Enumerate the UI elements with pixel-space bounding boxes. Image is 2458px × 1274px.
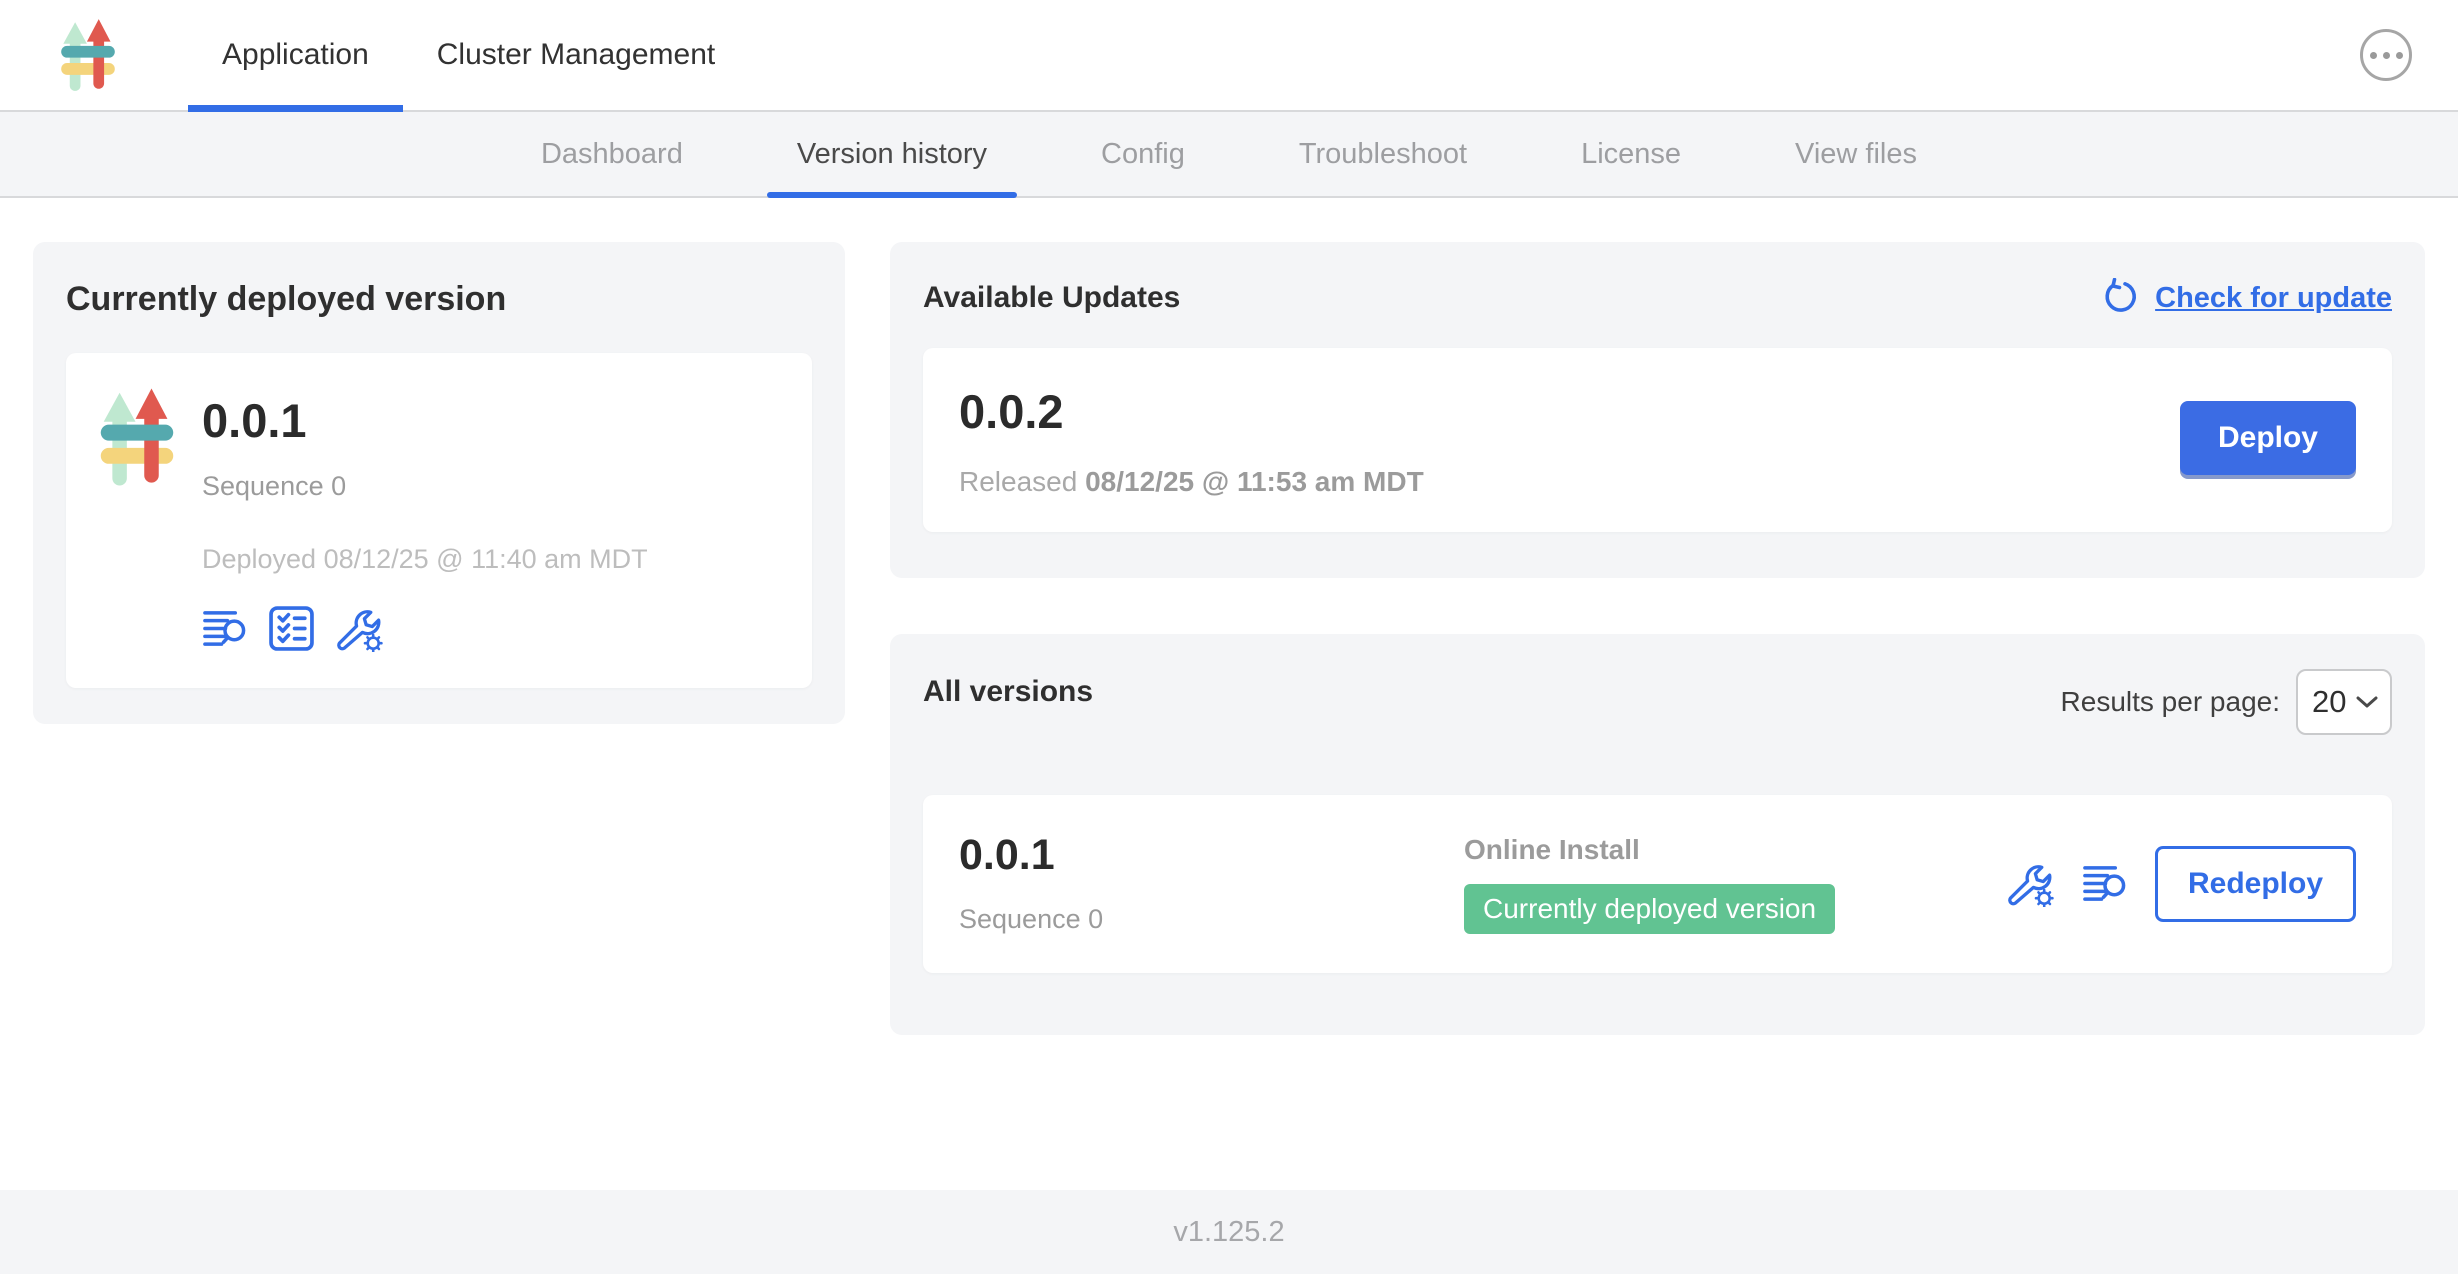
app-footer: v1.125.2 bbox=[0, 1190, 2458, 1274]
released-date: 08/12/25 @ 11:53 am MDT bbox=[1085, 466, 1424, 497]
update-version-number: 0.0.2 bbox=[959, 386, 1424, 438]
subnav-tab-dashboard[interactable]: Dashboard bbox=[511, 112, 713, 196]
available-updates-card: Available Updates Check for update 0.0.2… bbox=[890, 242, 2425, 578]
results-per-page: Results per page: 20 bbox=[2061, 669, 2392, 735]
available-update-row: 0.0.2 Released 08/12/25 @ 11:53 am MDT D… bbox=[923, 348, 2392, 532]
subnav-tab-config[interactable]: Config bbox=[1071, 112, 1215, 196]
app-logo bbox=[60, 0, 116, 110]
currently-deployed-card: Currently deployed version 0.0.1 Sequenc… bbox=[33, 242, 845, 724]
results-per-page-value: 20 bbox=[2312, 684, 2346, 720]
deployed-timestamp: Deployed 08/12/25 @ 11:40 am MDT bbox=[202, 544, 648, 575]
row-actions: Redeploy bbox=[2007, 846, 2356, 922]
edit-config-icon[interactable] bbox=[336, 605, 383, 652]
released-prefix: Released bbox=[959, 466, 1077, 497]
check-for-update-label: Check for update bbox=[2155, 282, 2392, 315]
version-row: 0.0.1 Sequence 0 Online Install Currentl… bbox=[923, 795, 2392, 973]
app-logo-icon bbox=[98, 387, 176, 487]
refresh-icon bbox=[2101, 278, 2141, 318]
deployed-version-panel: 0.0.1 Sequence 0 Deployed 08/12/25 @ 11:… bbox=[66, 353, 812, 688]
results-per-page-select[interactable]: 20 bbox=[2296, 669, 2392, 735]
console-version: v1.125.2 bbox=[1173, 1216, 1284, 1249]
available-updates-title: Available Updates bbox=[923, 281, 1180, 315]
subnav-tab-license[interactable]: License bbox=[1551, 112, 1711, 196]
preflight-checks-icon[interactable] bbox=[269, 606, 314, 651]
deploy-button[interactable]: Deploy bbox=[2180, 401, 2356, 475]
row-version-number: 0.0.1 bbox=[959, 833, 1464, 878]
all-versions-card: All versions Results per page: 20 0.0.1 … bbox=[890, 634, 2425, 1035]
deployed-version-number: 0.0.1 bbox=[202, 395, 648, 447]
results-per-page-label: Results per page: bbox=[2061, 686, 2280, 718]
subnav-tab-view-files[interactable]: View files bbox=[1765, 112, 1947, 196]
update-released-line: Released 08/12/25 @ 11:53 am MDT bbox=[959, 466, 1424, 498]
app-logo-icon bbox=[60, 18, 116, 92]
tab-application-label: Application bbox=[222, 38, 369, 72]
all-versions-title: All versions bbox=[923, 675, 1093, 709]
tab-application[interactable]: Application bbox=[188, 0, 403, 110]
header-tabs: Application Cluster Management bbox=[188, 0, 749, 110]
row-install-type: Online Install bbox=[1464, 834, 2007, 866]
currently-deployed-title: Currently deployed version bbox=[66, 280, 812, 319]
view-logs-icon[interactable] bbox=[202, 606, 247, 651]
tab-cluster-management-label: Cluster Management bbox=[437, 38, 715, 72]
redeploy-button[interactable]: Redeploy bbox=[2155, 846, 2356, 922]
app-header: Application Cluster Management bbox=[0, 0, 2458, 112]
subnav-tab-troubleshoot[interactable]: Troubleshoot bbox=[1269, 112, 1497, 196]
main-content: Currently deployed version 0.0.1 Sequenc… bbox=[0, 198, 2458, 1190]
ellipsis-menu-icon[interactable] bbox=[2360, 29, 2412, 81]
chevron-down-icon bbox=[2356, 695, 2378, 709]
deployed-sequence: Sequence 0 bbox=[202, 471, 648, 502]
currently-deployed-badge: Currently deployed version bbox=[1464, 884, 1835, 934]
tab-cluster-management[interactable]: Cluster Management bbox=[403, 0, 749, 110]
view-logs-icon[interactable] bbox=[2082, 861, 2127, 906]
row-sequence: Sequence 0 bbox=[959, 904, 1464, 935]
subnav-tab-version-history[interactable]: Version history bbox=[767, 112, 1017, 196]
deployed-actions bbox=[202, 605, 648, 652]
edit-config-icon[interactable] bbox=[2007, 860, 2054, 907]
app-subnav: Dashboard Version history Config Trouble… bbox=[0, 112, 2458, 198]
check-for-update-link[interactable]: Check for update bbox=[2101, 278, 2392, 318]
